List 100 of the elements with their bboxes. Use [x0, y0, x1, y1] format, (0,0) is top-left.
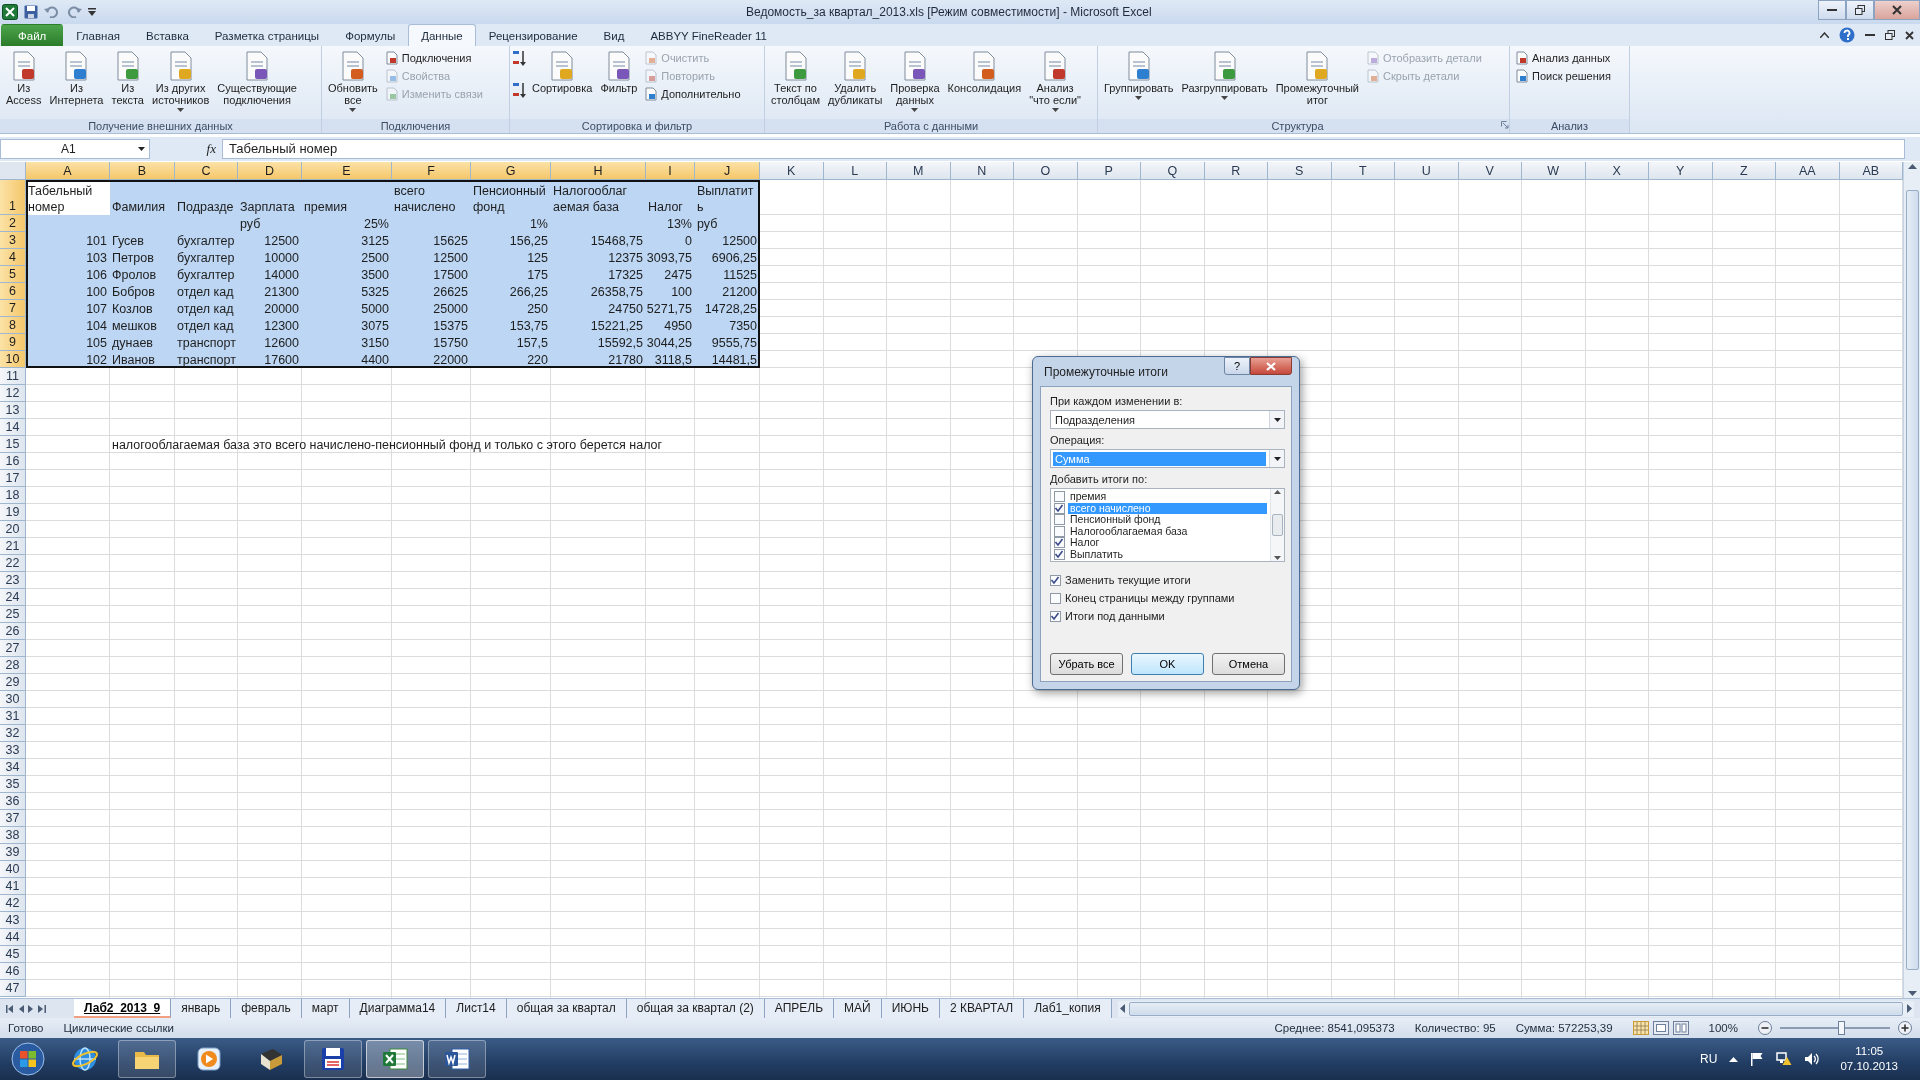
- row-header[interactable]: 8: [0, 317, 26, 334]
- ribbon-button[interactable]: Анализ данных: [1513, 50, 1613, 65]
- row-header[interactable]: 1: [0, 180, 26, 215]
- list-box[interactable]: премия всего начислено Пенсионный фонд Налогооблагаемая база Налог Выплатить: [1050, 488, 1285, 562]
- page-layout-icon[interactable]: [1652, 1021, 1669, 1035]
- next-sheet-icon[interactable]: [28, 1004, 34, 1013]
- ribbon-button[interactable]: Из Интернета: [46, 48, 107, 108]
- ribbon-button[interactable]: Обновить все: [325, 48, 381, 114]
- scroll-up-icon[interactable]: [1274, 490, 1281, 494]
- row-header[interactable]: 32: [0, 725, 26, 742]
- dropdown-field[interactable]: Подразделения: [1050, 410, 1285, 429]
- row-header[interactable]: 27: [0, 640, 26, 657]
- row-header[interactable]: 11: [0, 368, 26, 385]
- sheet-tab[interactable]: март: [301, 999, 350, 1018]
- checkbox[interactable]: [1054, 525, 1065, 537]
- network-warning-icon[interactable]: [1776, 1052, 1793, 1066]
- row-header[interactable]: 31: [0, 708, 26, 725]
- row-header[interactable]: 40: [0, 861, 26, 878]
- row-header[interactable]: 39: [0, 844, 26, 861]
- vertical-scrollbar[interactable]: [1903, 162, 1920, 998]
- scroll-right-icon[interactable]: [1907, 1004, 1912, 1013]
- sheet-tab[interactable]: общая за квартал (2): [626, 999, 765, 1018]
- row-header[interactable]: 9: [0, 334, 26, 351]
- sheet-tab[interactable]: МАЙ: [834, 999, 882, 1018]
- zoom-out-icon[interactable]: [1758, 1021, 1772, 1035]
- column-header[interactable]: Y: [1649, 162, 1713, 180]
- column-header[interactable]: W: [1522, 162, 1586, 180]
- column-header[interactable]: J: [695, 162, 760, 180]
- sheet-tab[interactable]: февраль: [231, 999, 302, 1018]
- minimize-icon[interactable]: [1865, 33, 1875, 37]
- row-header[interactable]: 41: [0, 878, 26, 895]
- undo-icon[interactable]: [44, 6, 60, 18]
- column-header[interactable]: U: [1395, 162, 1459, 180]
- scroll-thumb[interactable]: [1272, 514, 1283, 536]
- row-header[interactable]: 18: [0, 487, 26, 504]
- row-header[interactable]: 21: [0, 538, 26, 555]
- row-header[interactable]: 15: [0, 436, 26, 453]
- ribbon-button[interactable]: Подключения: [382, 50, 485, 65]
- checkbox-label[interactable]: Заменить текущие итоги: [1065, 574, 1191, 586]
- flag-icon[interactable]: [1750, 1052, 1765, 1066]
- customize-icon[interactable]: [88, 8, 96, 16]
- column-header[interactable]: Q: [1141, 162, 1205, 180]
- ribbon-button[interactable]: Проверка данных: [887, 48, 943, 114]
- checkbox[interactable]: [1054, 514, 1065, 526]
- scroll-down-icon[interactable]: [1274, 556, 1281, 560]
- row-header[interactable]: 25: [0, 606, 26, 623]
- taskbar-button[interactable]: [118, 1040, 176, 1078]
- column-header[interactable]: T: [1331, 162, 1395, 180]
- checkbox[interactable]: [1050, 574, 1061, 586]
- sort-icon[interactable]: [513, 82, 527, 100]
- ribbon-button[interactable]: Промежуточный итог: [1272, 48, 1362, 108]
- column-header[interactable]: A: [26, 162, 110, 180]
- row-header[interactable]: 20: [0, 521, 26, 538]
- save-icon[interactable]: [24, 5, 38, 19]
- first-sheet-icon[interactable]: [6, 1004, 14, 1013]
- ribbon-button[interactable]: Удалить дубликаты: [825, 48, 886, 108]
- sheet-tab[interactable]: Лист14: [446, 999, 507, 1018]
- row-header[interactable]: 33: [0, 742, 26, 759]
- ribbon-tab[interactable]: Данные: [408, 24, 476, 46]
- taskbar-button[interactable]: [428, 1040, 486, 1078]
- column-header[interactable]: C: [175, 162, 238, 180]
- ribbon-button[interactable]: Поиск решения: [1513, 68, 1613, 83]
- redo-icon[interactable]: [66, 6, 82, 18]
- dialog-launcher-icon[interactable]: [1501, 121, 1509, 129]
- column-header[interactable]: G: [471, 162, 551, 180]
- list-item[interactable]: Выплатить: [1068, 548, 1267, 560]
- ribbon-button[interactable]: Сортировка: [529, 48, 596, 96]
- row-header[interactable]: 36: [0, 793, 26, 810]
- row-header[interactable]: 35: [0, 776, 26, 793]
- list-item[interactable]: Налог: [1068, 537, 1267, 549]
- sheet-tab[interactable]: ИЮНЬ: [881, 999, 940, 1018]
- sheet-tab[interactable]: январь: [171, 999, 232, 1018]
- row-header[interactable]: 19: [0, 504, 26, 521]
- row-header[interactable]: 23: [0, 572, 26, 589]
- column-header[interactable]: H: [551, 162, 646, 180]
- column-header[interactable]: D: [238, 162, 302, 180]
- list-item[interactable]: Пенсионный фонд: [1068, 514, 1267, 526]
- column-header[interactable]: F: [392, 162, 471, 180]
- row-header[interactable]: 26: [0, 623, 26, 640]
- ribbon-button[interactable]: Существующие подключения: [214, 48, 300, 108]
- list-item[interactable]: премия: [1068, 491, 1267, 503]
- column-header[interactable]: P: [1077, 162, 1141, 180]
- last-sheet-icon[interactable]: [38, 1004, 46, 1013]
- taskbar-button[interactable]: [304, 1040, 362, 1078]
- sheet-tab[interactable]: Лаб1_копия: [1024, 999, 1112, 1018]
- row-header[interactable]: 37: [0, 810, 26, 827]
- minimize-button[interactable]: [1818, 0, 1846, 20]
- row-header[interactable]: 38: [0, 827, 26, 844]
- ribbon-tab[interactable]: Главная: [63, 24, 134, 46]
- page-break-icon[interactable]: [1672, 1021, 1689, 1035]
- column-header[interactable]: AA: [1776, 162, 1840, 180]
- scroll-left-icon[interactable]: [1119, 1004, 1125, 1013]
- dialog-button[interactable]: OK: [1131, 653, 1204, 675]
- sheet-tab[interactable]: общая за квартал: [506, 999, 627, 1018]
- row-header[interactable]: 24: [0, 589, 26, 606]
- row-header[interactable]: 43: [0, 912, 26, 929]
- checkbox[interactable]: [1054, 537, 1065, 549]
- column-header[interactable]: R: [1204, 162, 1268, 180]
- row-header[interactable]: 29: [0, 674, 26, 691]
- checkbox[interactable]: [1054, 491, 1065, 503]
